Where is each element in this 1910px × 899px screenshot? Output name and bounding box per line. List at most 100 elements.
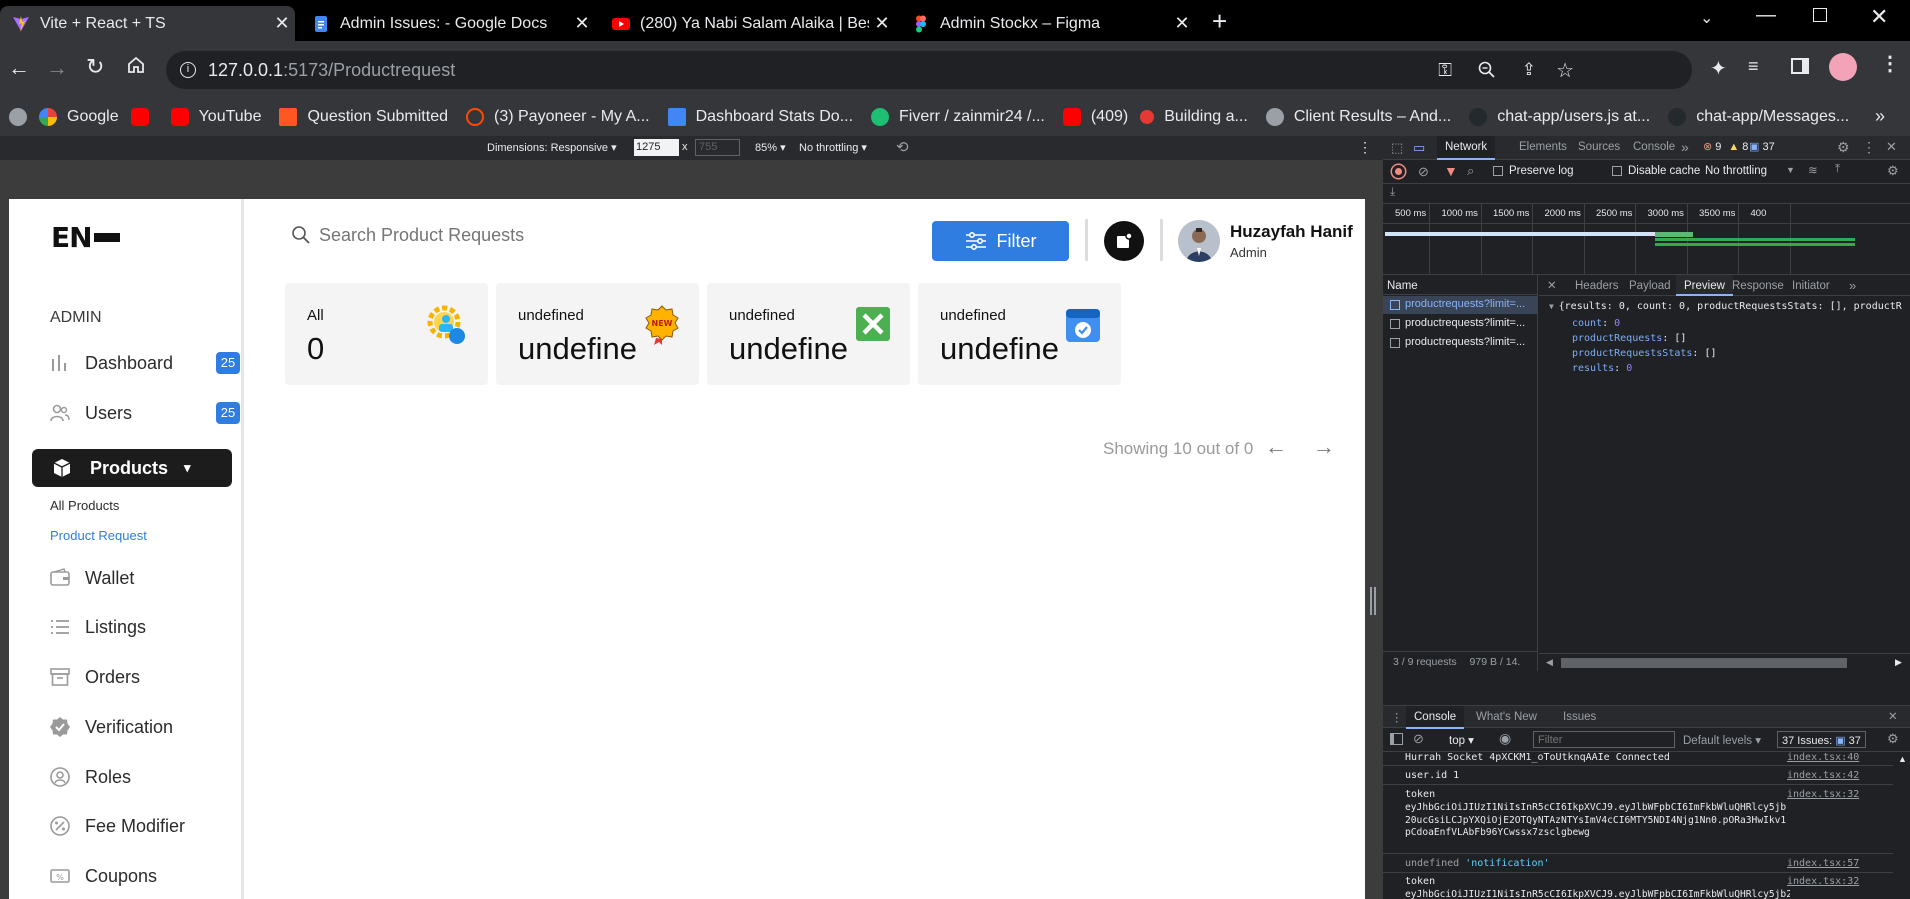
- key-icon[interactable]: ⚿: [1438, 60, 1452, 81]
- address-bar[interactable]: i 127.0.0.1:5173/Productrequest ⚿ ⇪ ☆: [166, 51, 1692, 89]
- more-detail-tabs-icon[interactable]: »: [1849, 278, 1856, 293]
- bookmark-fiverr[interactable]: Fiverr / zainmir24 /...: [871, 108, 1045, 126]
- stat-card-approved[interactable]: undefined undefine: [918, 283, 1121, 385]
- network-conditions-icon[interactable]: ≋: [1808, 163, 1818, 177]
- subnav-product-request[interactable]: Product Request: [50, 528, 147, 543]
- scroll-up-icon[interactable]: ▲: [1898, 754, 1907, 764]
- close-drawer-icon[interactable]: ✕: [1888, 709, 1898, 723]
- side-panel-icon[interactable]: [1791, 58, 1809, 74]
- prev-page-icon[interactable]: ←: [1265, 434, 1287, 460]
- tab-google-docs[interactable]: Admin Issues: - Google Docs ✕: [300, 6, 595, 41]
- bookmark-star-icon[interactable]: ☆: [1556, 58, 1574, 83]
- close-tab-icon[interactable]: ✕: [869, 13, 895, 34]
- close-detail-icon[interactable]: ✕: [1547, 278, 1557, 292]
- tab-sources[interactable]: Sources: [1578, 141, 1620, 153]
- tab-network[interactable]: Network: [1437, 136, 1496, 160]
- tab-response[interactable]: Response: [1732, 280, 1784, 292]
- sidebar-item-listings[interactable]: Listings: [49, 616, 146, 638]
- tab-payload[interactable]: Payload: [1629, 280, 1671, 292]
- source-link[interactable]: index.tsx:32: [1787, 789, 1859, 800]
- console-filter-input[interactable]: [1533, 731, 1675, 748]
- search-icon[interactable]: ⌕: [1467, 163, 1474, 179]
- request-row-selected[interactable]: productrequests?limit=...: [1383, 296, 1538, 314]
- home-icon[interactable]: [126, 55, 146, 75]
- clear-console-icon[interactable]: ⊘: [1413, 731, 1424, 747]
- inspect-icon[interactable]: ⬚: [1391, 140, 1403, 156]
- next-page-icon[interactable]: →: [1313, 434, 1335, 460]
- close-tab-icon[interactable]: ✕: [1169, 13, 1195, 34]
- zoom-select[interactable]: 85% ▾: [755, 141, 786, 154]
- scrollbar-thumb[interactable]: [1561, 658, 1847, 668]
- filter-funnel-icon[interactable]: ▼: [1444, 163, 1458, 179]
- disable-cache-checkbox[interactable]: [1612, 166, 1622, 176]
- device-more-icon[interactable]: ⋮: [1358, 139, 1372, 156]
- close-tab-icon[interactable]: ✕: [569, 13, 595, 34]
- sidebar-item-dashboard[interactable]: Dashboard 25: [49, 352, 240, 374]
- sidebar-item-products[interactable]: Products ▾: [32, 449, 232, 487]
- sidebar-item-roles[interactable]: Roles: [49, 766, 131, 788]
- subnav-all-products[interactable]: All Products: [50, 498, 119, 513]
- drawer-tab-console[interactable]: Console: [1406, 706, 1465, 729]
- drawer-menu-icon[interactable]: ⋮: [1391, 710, 1403, 724]
- more-bookmarks-icon[interactable]: »: [1875, 106, 1885, 127]
- bookmark-youtube-409[interactable]: (409): [1062, 108, 1128, 126]
- drawer-tab-whats-new[interactable]: What's New: [1476, 711, 1537, 723]
- scroll-left-icon[interactable]: ◀: [1546, 657, 1553, 668]
- preserve-log-checkbox[interactable]: [1493, 166, 1503, 176]
- tab-console[interactable]: Console: [1633, 141, 1675, 153]
- bookmark-google[interactable]: Google: [39, 108, 119, 126]
- bookmark-building[interactable]: Building a...: [1140, 108, 1248, 126]
- close-devtools-icon[interactable]: ✕: [1886, 139, 1897, 155]
- eye-icon[interactable]: ◉: [1499, 730, 1511, 747]
- minimize-icon[interactable]: —: [1756, 4, 1776, 27]
- bookmark-client-results[interactable]: Client Results – And...: [1265, 108, 1451, 126]
- filter-button[interactable]: Filter: [932, 221, 1069, 261]
- record-icon[interactable]: [1392, 165, 1405, 178]
- horizontal-scrollbar[interactable]: ◀ ▶: [1539, 653, 1910, 671]
- tab-figma[interactable]: Admin Stockx – Figma ✕: [900, 6, 1195, 41]
- rotate-icon[interactable]: ⟲: [896, 138, 909, 156]
- sidebar-item-orders[interactable]: Orders: [49, 666, 140, 688]
- tab-youtube[interactable]: (280) Ya Nabi Salam Alaika | Best ✕: [600, 6, 895, 41]
- site-info-icon[interactable]: i: [180, 62, 196, 78]
- sidebar-item-fee-modifier[interactable]: Fee Modifier: [49, 815, 185, 837]
- issues-button[interactable]: 37 Issues: ▣ 37: [1777, 731, 1866, 748]
- clear-icon[interactable]: ⊘: [1418, 164, 1429, 180]
- name-column-header[interactable]: Name: [1383, 275, 1538, 295]
- search-input[interactable]: [319, 221, 819, 249]
- sidebar-item-coupons[interactable]: % Coupons: [49, 865, 157, 887]
- request-row[interactable]: productrequests?limit=...: [1383, 315, 1538, 333]
- tab-search-icon[interactable]: ⌄: [1700, 8, 1713, 28]
- zoom-icon[interactable]: [1478, 61, 1496, 79]
- notification-button[interactable]: [1104, 221, 1144, 261]
- source-link[interactable]: index.tsx:40: [1787, 752, 1859, 763]
- issues-counter[interactable]: ▣ 37: [1749, 140, 1775, 153]
- context-select[interactable]: top ▾: [1449, 733, 1474, 747]
- scroll-right-icon[interactable]: ▶: [1895, 657, 1902, 668]
- tab-elements[interactable]: Elements: [1519, 141, 1567, 153]
- height-input[interactable]: 755: [695, 139, 740, 156]
- bookmark-chat-messages[interactable]: chat-app/Messages...: [1668, 108, 1849, 126]
- reload-icon[interactable]: ↻: [86, 54, 104, 80]
- import-har-icon[interactable]: ⤒: [1835, 163, 1840, 176]
- sidebar-item-verification[interactable]: Verification: [49, 716, 173, 738]
- throttle-select[interactable]: No throttling: [1705, 165, 1767, 177]
- share-icon[interactable]: ⇪: [1522, 60, 1536, 80]
- source-link[interactable]: index.tsx:32: [1787, 876, 1859, 887]
- bookmark-payoneer[interactable]: (3) Payoneer - My A...: [466, 108, 650, 126]
- stat-card-rejected[interactable]: undefined undefine: [707, 283, 910, 385]
- stat-card-new[interactable]: undefined undefine NEW: [496, 283, 699, 385]
- new-tab-button[interactable]: +: [1212, 6, 1227, 36]
- sidebar-item-wallet[interactable]: Wallet: [49, 567, 134, 589]
- width-input[interactable]: 1275: [634, 139, 679, 156]
- console-scrollbar[interactable]: ▲: [1895, 752, 1910, 899]
- devtools-menu-icon[interactable]: ⋮: [1862, 139, 1876, 156]
- forward-icon[interactable]: →: [46, 55, 68, 81]
- tab-vite-react[interactable]: Vite + React + TS ✕: [0, 6, 295, 41]
- error-counter[interactable]: ⊗ 9 ▲ 8: [1703, 140, 1748, 154]
- dimensions-select[interactable]: Dimensions: Responsive ▾: [487, 141, 617, 154]
- stat-card-all[interactable]: All 0: [285, 283, 488, 385]
- app-logo[interactable]: EN: [51, 221, 120, 254]
- back-icon[interactable]: ←: [8, 55, 30, 81]
- profile-avatar[interactable]: [1829, 53, 1857, 81]
